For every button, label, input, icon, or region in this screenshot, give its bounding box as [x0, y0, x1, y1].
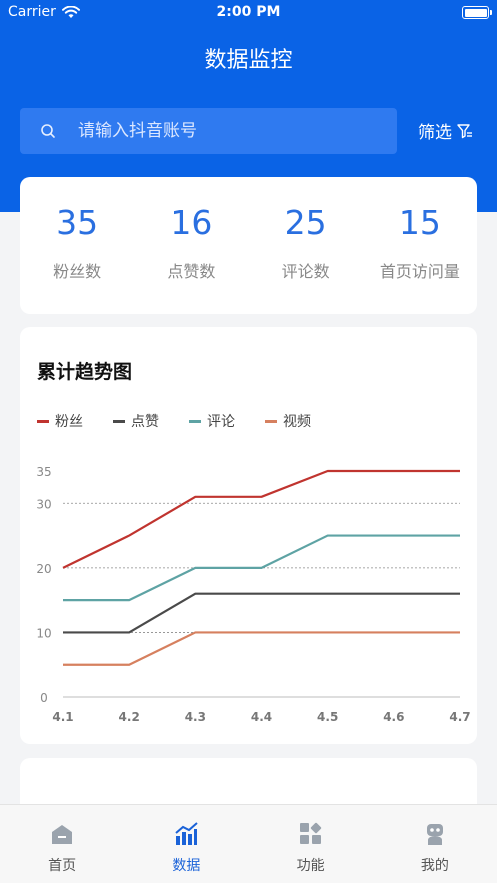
legend-label: 评论 — [207, 414, 235, 430]
page-title: 数据监控 — [204, 48, 293, 73]
x-tick-label: 4.7 — [449, 710, 470, 724]
x-tick-label: 4.2 — [119, 710, 140, 724]
x-tick-label: 4.6 — [383, 710, 404, 724]
stat-homepage-visits[interactable]: 15 首页访问量 — [363, 177, 477, 314]
stats-card: 35 粉丝数 16 点赞数 25 评论数 15 首页访问量 — [20, 177, 477, 314]
stat-value: 35 — [56, 203, 99, 242]
trend-chart: 0 10 20 30 35 4.1 4.2 4.3 4.4 4.5 4.6 4.7 — [36, 465, 470, 724]
tab-label: 数据 — [172, 858, 201, 874]
stat-label: 点赞数 — [167, 262, 216, 281]
legend-item[interactable]: 视频 — [265, 411, 311, 431]
chart-icon — [175, 822, 199, 845]
robot-icon — [426, 824, 443, 845]
stat-label: 首页访问量 — [379, 262, 460, 281]
stat-comments[interactable]: 25 评论数 — [249, 177, 363, 314]
stat-likes[interactable]: 16 点赞数 — [134, 177, 248, 314]
x-tick-label: 4.3 — [185, 710, 206, 724]
tab-bar: 首页 数据 功能 我的 — [0, 804, 497, 883]
y-tick-label: 20 — [36, 562, 51, 576]
tab-mine[interactable]: 我的 — [373, 805, 497, 883]
legend-swatch — [113, 419, 125, 423]
stat-label: 评论数 — [281, 262, 330, 281]
stat-value: 15 — [398, 203, 441, 242]
legend-item[interactable]: 点赞 — [113, 411, 159, 431]
x-tick-label: 4.4 — [251, 710, 272, 724]
status-time: 2:00 PM — [216, 4, 281, 20]
legend-item[interactable]: 评论 — [189, 411, 235, 431]
tab-home[interactable]: 首页 — [0, 805, 124, 883]
series-line — [62, 469, 460, 569]
series-line — [63, 631, 460, 666]
stat-fans[interactable]: 35 粉丝数 — [20, 177, 134, 314]
stat-value: 25 — [284, 203, 327, 242]
legend-item[interactable]: 粉丝 — [37, 411, 83, 431]
status-bar: Carrier 2:00 PM — [0, 0, 497, 26]
search-bar[interactable] — [20, 108, 397, 154]
trend-chart-card: 0 10 20 30 35 4.1 4.2 4.3 4.4 4.5 4.6 4.7 累计趋势图 粉丝 点… — [20, 327, 477, 744]
y-tick-label: 10 — [36, 626, 51, 640]
tab-label: 首页 — [48, 858, 77, 874]
y-tick-label: 35 — [36, 465, 51, 479]
legend-swatch — [265, 419, 277, 423]
tab-functions[interactable]: 功能 — [249, 805, 373, 883]
x-tick-label: 4.5 — [317, 710, 338, 724]
filter-icon — [457, 123, 472, 138]
y-tick-label: 0 — [40, 691, 48, 705]
chart-title: 累计趋势图 — [37, 361, 133, 383]
search-input[interactable] — [78, 121, 358, 141]
legend-label: 点赞 — [131, 414, 159, 430]
tab-label: 我的 — [420, 858, 449, 874]
filter-label: 筛选 — [418, 123, 452, 143]
y-tick-label: 30 — [36, 497, 51, 511]
tab-label: 功能 — [296, 858, 325, 874]
legend-swatch — [189, 419, 201, 423]
legend-swatch — [37, 419, 49, 423]
search-icon — [41, 124, 55, 138]
battery-icon — [462, 6, 492, 19]
home-icon — [52, 825, 73, 844]
stat-label: 粉丝数 — [53, 262, 102, 281]
tab-data[interactable]: 数据 — [124, 805, 248, 883]
stat-value: 16 — [170, 203, 213, 242]
chart-legend: 粉丝 点赞 评论 视频 — [37, 411, 311, 431]
legend-label: 粉丝 — [55, 414, 83, 430]
filter-button[interactable]: 筛选 — [418, 118, 474, 143]
legend-label: 视频 — [283, 414, 311, 430]
grid-icon — [299, 822, 321, 844]
x-tick-label: 4.1 — [52, 710, 73, 724]
